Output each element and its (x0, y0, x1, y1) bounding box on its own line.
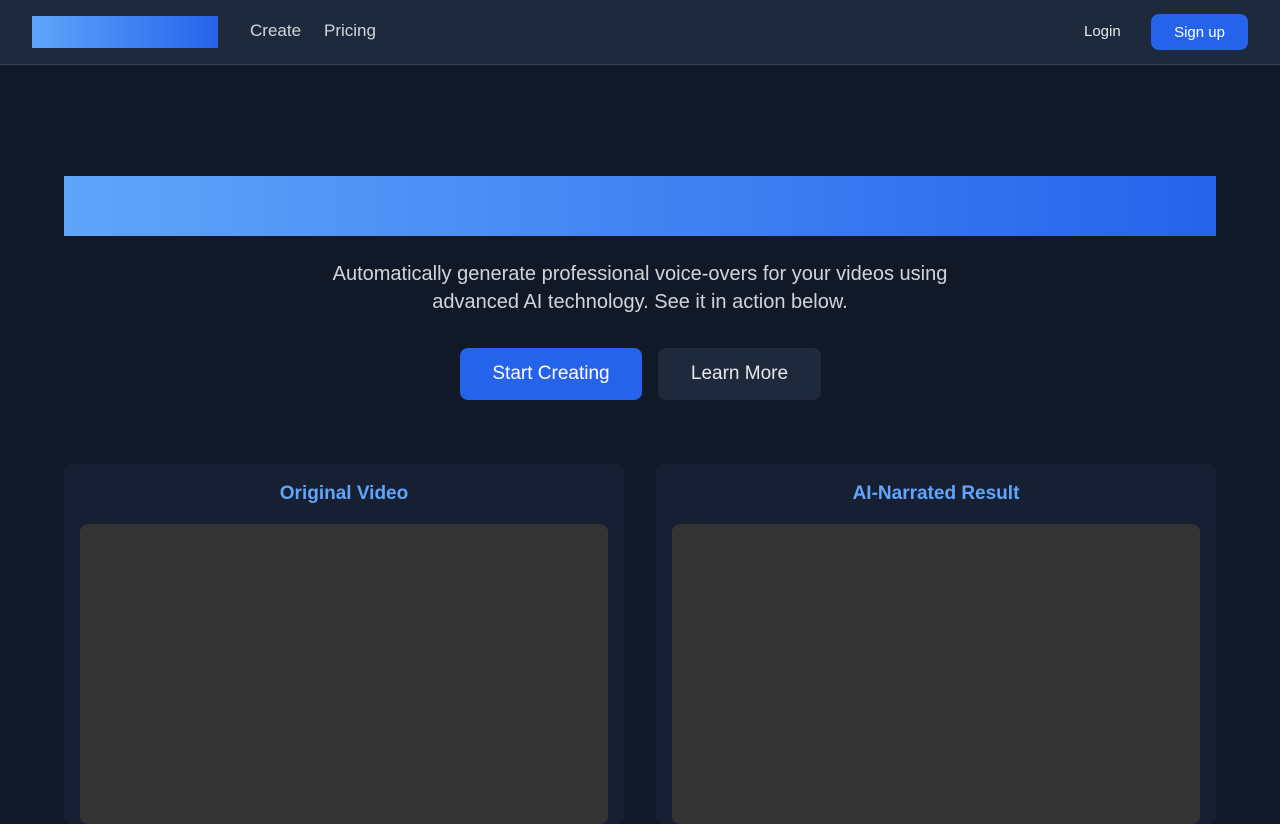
login-link[interactable]: Login (1084, 22, 1121, 42)
start-creating-button[interactable]: Start Creating (460, 348, 642, 400)
learn-more-button[interactable]: Learn More (658, 348, 821, 400)
hero-subtitle: Automatically generate professional voic… (332, 263, 948, 313)
ai-narrated-video-player[interactable] (672, 524, 1200, 824)
original-video-player[interactable] (80, 524, 608, 824)
nav-link-create[interactable]: Create (250, 21, 301, 41)
nav-link-pricing[interactable]: Pricing (324, 21, 376, 41)
panel-title: AI-Narrated Result (852, 483, 1020, 504)
panel-title: Original Video (279, 483, 409, 504)
signup-button[interactable]: Sign up (1151, 14, 1248, 50)
original-video-panel: Original Video (64, 464, 624, 824)
logo[interactable] (32, 16, 218, 48)
navbar: Create Pricing Login Sign up (0, 0, 1280, 65)
hero-title-banner (64, 176, 1216, 236)
ai-narrated-panel: AI-Narrated Result (656, 464, 1216, 824)
